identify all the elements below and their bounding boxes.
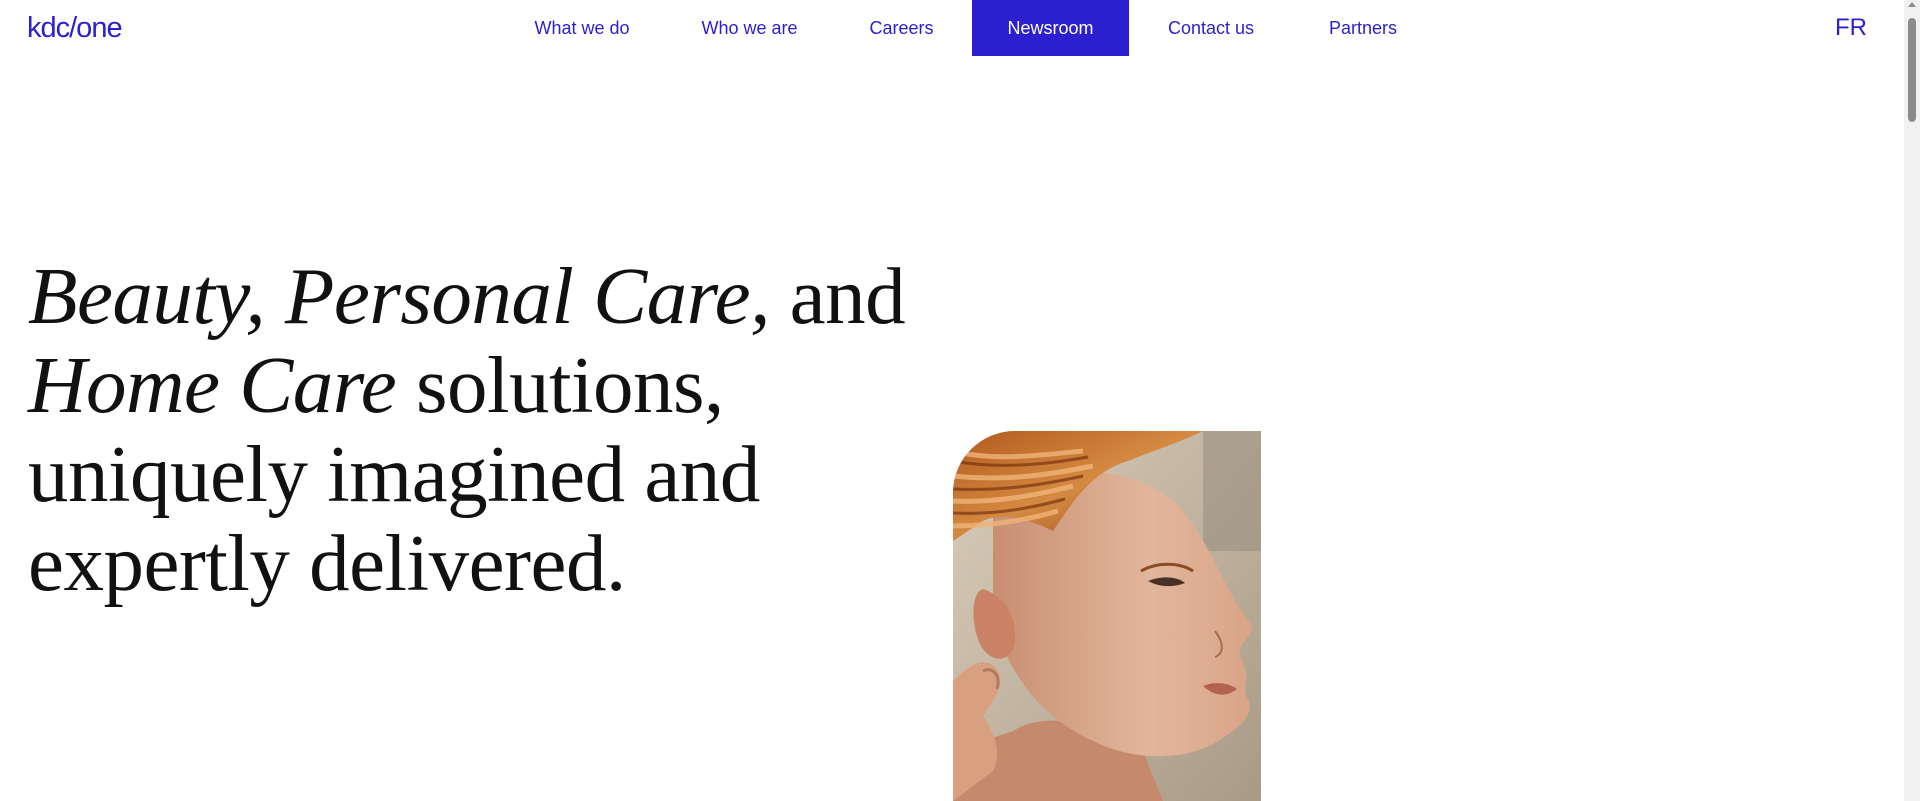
nav-item-what-we-do[interactable]: What we do (508, 0, 656, 56)
scrollbar-thumb[interactable] (1908, 18, 1916, 122)
nav-item-newsroom[interactable]: Newsroom (972, 0, 1129, 56)
nav-item-who-we-are[interactable]: Who we are (671, 0, 828, 56)
nav-item-contact-us[interactable]: Contact us (1152, 0, 1270, 56)
hero-headline-part: Home Care (28, 340, 397, 430)
main-nav: What we do Who we are Careers Newsroom C… (0, 0, 1904, 56)
hero-headline-part: and (769, 251, 906, 341)
scroll-up-arrow-icon[interactable] (1908, 2, 1916, 7)
hero-headline-part: expertly delivered. (28, 518, 626, 608)
page-scrollbar[interactable] (1904, 0, 1920, 801)
language-switch-button[interactable]: FR (1835, 0, 1867, 56)
hero-headline-part: uniquely imagined and (28, 429, 760, 519)
page: kdc/one What we do Who we are Careers Ne… (0, 0, 1920, 801)
hero-headline: Beauty, Personal Care, and Home Care sol… (28, 252, 928, 608)
nav-item-careers[interactable]: Careers (845, 0, 958, 56)
hero-headline-part: solutions, (396, 340, 724, 430)
site-header: kdc/one What we do Who we are Careers Ne… (0, 0, 1904, 56)
hero-headline-part: Beauty, Personal Care, (28, 251, 770, 341)
nav-item-partners[interactable]: Partners (1315, 0, 1411, 56)
hero-portrait-image (953, 431, 1261, 801)
